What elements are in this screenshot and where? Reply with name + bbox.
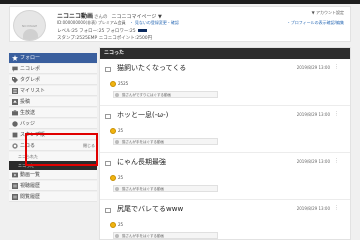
live-icon xyxy=(12,110,18,116)
profile-title-row: ニコニコ動画さんの ニコニコマイページ ▼ xyxy=(57,11,162,20)
post-date: 2019/8/29 13:00 xyxy=(296,65,330,70)
post-date: 2019/8/29 13:00 xyxy=(296,206,330,211)
coin-icon xyxy=(110,222,116,228)
menu-icon[interactable]: ⋮ xyxy=(334,205,339,211)
list-icon xyxy=(12,88,18,94)
avatar-icon xyxy=(115,140,119,144)
post-title[interactable]: ホッと一息(-ω-) xyxy=(117,110,168,120)
sidebar-item-label: マイリスト xyxy=(20,88,46,94)
nikoru-icon xyxy=(12,143,18,149)
menu-icon[interactable]: ⋮ xyxy=(334,158,339,164)
menu-icon[interactable]: ⋮ xyxy=(334,64,339,70)
main-header: ニコった xyxy=(100,48,350,59)
thumbnail-icon xyxy=(105,114,111,119)
highlight-box xyxy=(25,133,98,166)
user-name: ニコニコ動画 xyxy=(57,13,94,20)
comment-text: 猫さんが手をはぐする動画 xyxy=(122,187,164,191)
sidebar-item-label: 視聴履歴 xyxy=(20,183,41,189)
user-id: ID:000000000(非表) プレミアム会員 xyxy=(57,20,126,25)
tag-icon xyxy=(12,77,18,83)
sidebar-item-label: バッジ xyxy=(20,121,36,127)
sidebar-item-label: フォロー xyxy=(20,55,41,61)
account-settings-button[interactable]: ▼ アカウント設定 xyxy=(312,10,344,16)
coin-count: 25 xyxy=(118,175,124,180)
post-card[interactable]: ホッと一息(-ω-) 2019/8/29 13:00 ⋮ 25 猫さんが手をはぐ… xyxy=(100,106,350,153)
profile-display-link[interactable]: ・プロフィールの表示確認/編集 xyxy=(287,20,344,26)
upload-icon xyxy=(12,99,18,105)
coin-icon xyxy=(110,81,116,87)
comment-text: 猫さんが手をはぐする動画 xyxy=(122,140,164,144)
post-card[interactable]: 猫飼いたくなってくる 2019/8/29 13:00 ⋮ 2525 猫さんがです… xyxy=(100,59,350,106)
avatar-silhouette xyxy=(23,29,38,40)
sidebar-item-live[interactable]: 生放送 xyxy=(9,108,97,118)
sidebar-item-label: 投稿 xyxy=(20,99,31,105)
comment-text: 猫さんがですりにはぐする動画 xyxy=(122,93,171,97)
avatar: NO IMAGE xyxy=(13,10,46,41)
sidebar-item-follow[interactable]: フォロー xyxy=(9,53,97,63)
video-icon xyxy=(12,172,18,178)
comment-box: 猫さんがですりにはぐする動画 xyxy=(113,91,218,98)
badge-icon xyxy=(12,121,18,127)
sidebar-item-videos[interactable]: 動画一覧 xyxy=(9,170,97,180)
notification-settings-link[interactable]: ・ 見ないの登録変更・確認 xyxy=(130,20,179,25)
sidebar-item-history[interactable]: 視聴履歴 xyxy=(9,181,97,191)
chat-icon xyxy=(12,66,18,72)
post-date: 2019/8/29 13:00 xyxy=(296,159,330,164)
post-card[interactable]: にゃん長期最強 2019/8/29 13:00 ⋮ 25 猫さんが手をはぐする動… xyxy=(100,153,350,200)
browse-icon xyxy=(12,194,18,200)
sidebar-item-tagrepo[interactable]: タグレポ xyxy=(9,75,97,85)
profile-stats-row: レベル:25 フォロー:25 フォロワー:25 xyxy=(57,28,147,34)
sidebar-item-label: 閲覧履歴 xyxy=(20,194,41,200)
star-icon xyxy=(12,55,18,61)
avatar-icon xyxy=(115,187,119,191)
comment-box: 猫さんが手をはぐする動画 xyxy=(113,232,218,239)
post-title[interactable]: にゃん長期最強 xyxy=(117,157,166,167)
level-progress-bar xyxy=(137,29,147,32)
thumbnail-icon xyxy=(105,208,111,213)
sidebar-item-nicorepo[interactable]: ニコレポ xyxy=(9,64,97,74)
stamp-icon xyxy=(12,132,18,138)
thumbnail-icon xyxy=(105,161,111,166)
post-title[interactable]: 猫飼いたくなってくる xyxy=(117,63,186,73)
profile-card: NO IMAGE ニコニコ動画さんの ニコニコマイページ ▼ ID:0000000… xyxy=(9,6,351,42)
post-title[interactable]: 尻尾でバレてるwww xyxy=(117,204,183,214)
sidebar-item-label: ニコレポ xyxy=(20,66,41,72)
avatar-placeholder-text: NO IMAGE xyxy=(21,24,38,28)
sidebar-item-label: タグレポ xyxy=(20,77,41,83)
profile-id-row: ID:000000000(非表) プレミアム会員・ 見ないの登録変更・確認 xyxy=(57,20,179,26)
user-stats: レベル:25 フォロー:25 フォロワー:25 xyxy=(57,29,136,34)
coin-count: 2525 xyxy=(118,81,129,86)
coin-icon xyxy=(110,175,116,181)
comment-text: 猫さんが手をはぐする動画 xyxy=(122,234,164,238)
post-date: 2019/8/29 13:00 xyxy=(296,112,330,117)
sidebar-item-badge[interactable]: バッジ xyxy=(9,119,97,129)
sidebar-item-upload[interactable]: 投稿 xyxy=(9,97,97,107)
history-icon xyxy=(12,183,18,189)
sidebar-item-browse-history[interactable]: 閲覧履歴 xyxy=(9,192,97,202)
top-bar xyxy=(0,0,360,4)
comment-box: 猫さんが手をはぐする動画 xyxy=(113,138,218,145)
menu-icon[interactable]: ⋮ xyxy=(334,111,339,117)
avatar-icon xyxy=(115,93,119,97)
coin-count: 25 xyxy=(118,222,124,227)
sidebar-item-mylist[interactable]: マイリスト xyxy=(9,86,97,96)
sidebar-item-label: 動画一覧 xyxy=(20,172,41,178)
avatar-icon xyxy=(115,234,119,238)
user-points: スタンプ:2525EMP ニコニコポイント:2500円 xyxy=(57,36,153,41)
post-card[interactable]: 尻尾でバレてるwww 2019/8/29 13:00 ⋮ 25 猫さんが手をはぐ… xyxy=(100,200,350,239)
main-panel: ニコった 猫飼いたくなってくる 2019/8/29 13:00 ⋮ 2525 猫… xyxy=(99,47,351,240)
coin-count: 25 xyxy=(118,128,124,133)
thumbnail-icon xyxy=(105,67,111,72)
comment-box: 猫さんが手をはぐする動画 xyxy=(113,185,218,192)
sidebar-item-label: 生放送 xyxy=(20,110,36,116)
coin-icon xyxy=(110,128,116,134)
